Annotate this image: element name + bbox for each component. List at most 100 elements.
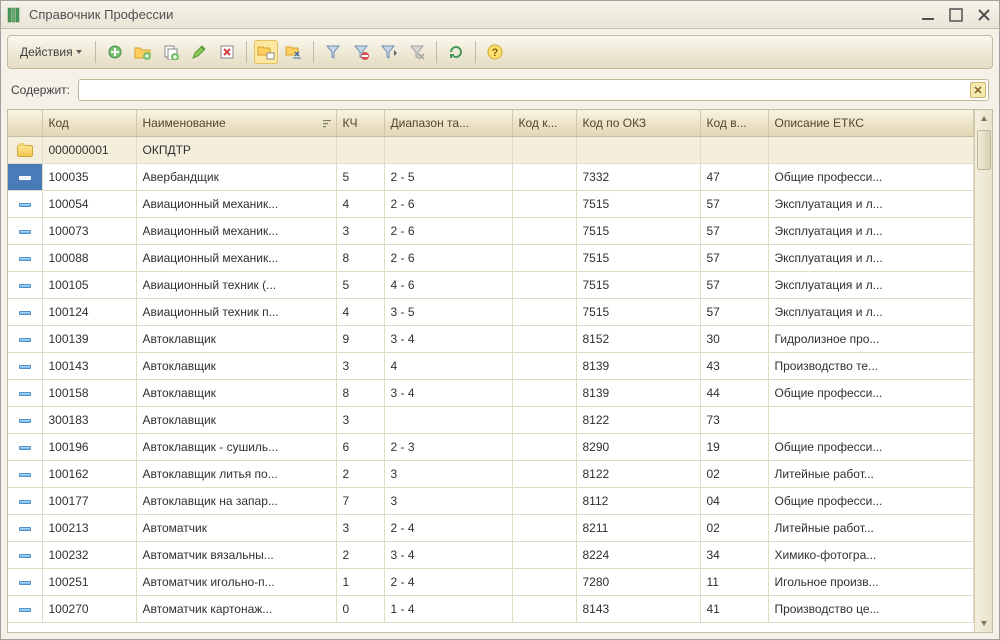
col-code-okz[interactable]: Код по ОКЗ	[576, 110, 700, 137]
cell-code-okz: 7515	[576, 245, 700, 272]
window-controls	[919, 6, 993, 24]
maximize-button[interactable]	[947, 6, 965, 24]
cell-range: 2 - 4	[384, 569, 512, 596]
col-etks[interactable]: Описание ЕТКС	[768, 110, 974, 137]
col-code[interactable]: Код	[42, 110, 136, 137]
cell-code-k	[512, 272, 576, 299]
table-row[interactable]: 100177Автоклавщик на запар...73811204Общ…	[8, 488, 974, 515]
cell-range: 3 - 4	[384, 326, 512, 353]
cell-code-k	[512, 137, 576, 164]
cell-etks	[768, 407, 974, 434]
table-row[interactable]: 000000001ОКПДТР	[8, 137, 974, 164]
table-row[interactable]: 100143Автоклавщик34813943Производство те…	[8, 353, 974, 380]
copy-button[interactable]	[159, 40, 183, 64]
col-name[interactable]: Наименование	[136, 110, 336, 137]
item-icon	[19, 608, 31, 612]
cell-code-okz: 8112	[576, 488, 700, 515]
cell-code-v: 57	[700, 218, 768, 245]
cell-code: 100196	[42, 434, 136, 461]
table-row[interactable]: 100213Автоматчик32 - 4821102Литейные раб…	[8, 515, 974, 542]
table-row[interactable]: 100035Авербандщик52 - 5733247Общие профе…	[8, 164, 974, 191]
table-row[interactable]: 300183Автоклавщик3812273	[8, 407, 974, 434]
filter-label: Содержит:	[11, 83, 70, 97]
cell-code-k	[512, 407, 576, 434]
delete-button[interactable]	[215, 40, 239, 64]
close-button[interactable]	[975, 6, 993, 24]
table-row[interactable]: 100158Автоклавщик83 - 4813944Общие профе…	[8, 380, 974, 407]
hierarchy-toggle-button[interactable]	[254, 40, 278, 64]
filter-button[interactable]	[321, 40, 345, 64]
cell-code-okz: 7280	[576, 569, 700, 596]
table-row[interactable]: 100088Авиационный механик...82 - 6751557…	[8, 245, 974, 272]
vertical-scrollbar[interactable]	[974, 110, 992, 632]
table-row[interactable]: 100105Авиационный техник (...54 - 675155…	[8, 272, 974, 299]
cell-code: 100124	[42, 299, 136, 326]
clear-filter-button[interactable]: ✕	[970, 82, 986, 98]
item-icon	[19, 500, 31, 504]
filter-input[interactable]	[78, 79, 989, 101]
refresh-button[interactable]	[444, 40, 468, 64]
table-row[interactable]: 100270Автоматчик картонаж...01 - 4814341…	[8, 596, 974, 623]
col-range[interactable]: Диапазон та...	[384, 110, 512, 137]
cell-etks: Общие професси...	[768, 488, 974, 515]
toolbar-separator	[246, 41, 247, 63]
actions-menu-label: Действия	[20, 45, 73, 59]
cell-code: 100162	[42, 461, 136, 488]
sort-indicator-icon	[322, 118, 332, 128]
filter-off-button[interactable]	[349, 40, 373, 64]
cell-name: Авиационный механик...	[136, 191, 336, 218]
cell-code-k	[512, 596, 576, 623]
item-icon	[19, 392, 31, 396]
cell-etks: Эксплуатация и л...	[768, 245, 974, 272]
cell-name: Автоматчик игольно-п...	[136, 569, 336, 596]
cell-code: 100213	[42, 515, 136, 542]
cell-code-k	[512, 299, 576, 326]
filter-settings-button[interactable]	[377, 40, 401, 64]
cell-name: Автоматчик картонаж...	[136, 596, 336, 623]
minimize-button[interactable]	[919, 6, 937, 24]
add-button[interactable]	[103, 40, 127, 64]
table-row[interactable]: 100073Авиационный механик...32 - 6751557…	[8, 218, 974, 245]
cell-code-k	[512, 218, 576, 245]
cell-kch: 5	[336, 272, 384, 299]
col-code-v[interactable]: Код в...	[700, 110, 768, 137]
table-row[interactable]: 100139Автоклавщик93 - 4815230Гидролизное…	[8, 326, 974, 353]
actions-menu[interactable]: Действия	[14, 43, 88, 61]
add-folder-button[interactable]	[131, 40, 155, 64]
cell-etks: Эксплуатация и л...	[768, 218, 974, 245]
cell-kch: 6	[336, 434, 384, 461]
col-kch[interactable]: КЧ	[336, 110, 384, 137]
cell-name: Автоклавщик	[136, 407, 336, 434]
cell-kch: 0	[336, 596, 384, 623]
cell-code: 000000001	[42, 137, 136, 164]
filter-clear-button[interactable]	[405, 40, 429, 64]
help-button[interactable]: ?	[483, 40, 507, 64]
cell-range: 3	[384, 461, 512, 488]
scroll-down-button[interactable]	[975, 614, 992, 632]
cell-code-okz: 8290	[576, 434, 700, 461]
table-row[interactable]: 100124Авиационный техник п...43 - 575155…	[8, 299, 974, 326]
move-to-folder-button[interactable]	[282, 40, 306, 64]
scroll-thumb[interactable]	[977, 130, 991, 170]
cell-name: Авиационный механик...	[136, 218, 336, 245]
cell-name: Авиационный техник (...	[136, 272, 336, 299]
cell-code: 100105	[42, 272, 136, 299]
table-row[interactable]: 100054Авиационный механик...42 - 6751557…	[8, 191, 974, 218]
col-code-k[interactable]: Код к...	[512, 110, 576, 137]
cell-range: 3 - 4	[384, 542, 512, 569]
scroll-up-button[interactable]	[975, 110, 992, 128]
table-row[interactable]: 100232Автоматчик вязальны...23 - 4822434…	[8, 542, 974, 569]
cell-code-k	[512, 461, 576, 488]
cell-code-k	[512, 542, 576, 569]
cell-code: 100177	[42, 488, 136, 515]
item-icon	[19, 473, 31, 477]
table-row[interactable]: 100251Автоматчик игольно-п...12 - 472801…	[8, 569, 974, 596]
table-row[interactable]: 100196Автоклавщик - сушиль...62 - 382901…	[8, 434, 974, 461]
cell-code-v: 57	[700, 191, 768, 218]
cell-name: Автоматчик	[136, 515, 336, 542]
cell-kch: 7	[336, 488, 384, 515]
table-row[interactable]: 100162Автоклавщик литья по...23812202Лит…	[8, 461, 974, 488]
col-icon[interactable]	[8, 110, 42, 137]
toolbar-separator	[95, 41, 96, 63]
edit-button[interactable]	[187, 40, 211, 64]
